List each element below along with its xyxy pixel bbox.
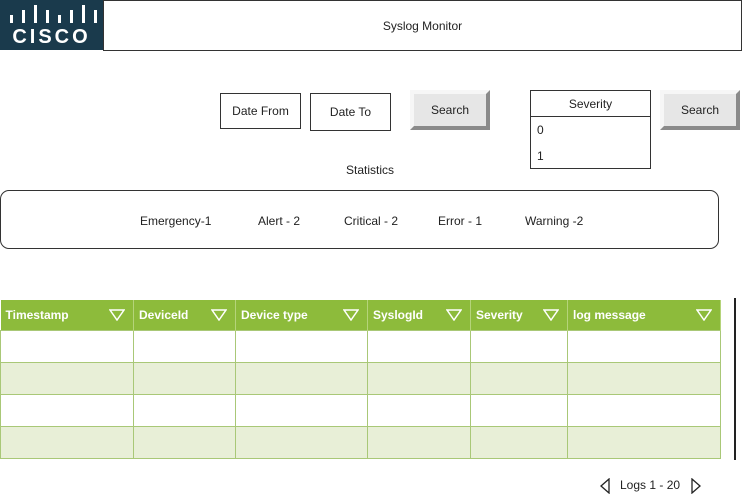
- sort-triangle-icon[interactable]: [696, 309, 712, 321]
- sort-triangle-icon[interactable]: [343, 309, 359, 321]
- triangle-left-icon[interactable]: [599, 478, 611, 494]
- severity-search-button[interactable]: Search: [660, 90, 740, 130]
- stat-critical: Critical - 2: [344, 214, 399, 228]
- column-label: Timestamp: [5, 308, 69, 322]
- table-cell: [367, 394, 471, 427]
- stat-error: Error - 1: [438, 214, 483, 228]
- severity-search-label: Search: [680, 103, 720, 117]
- table-cell: [470, 394, 568, 427]
- table-cell: [470, 426, 568, 459]
- table-cell: [470, 362, 568, 395]
- statistics-label: Statistics: [345, 163, 394, 177]
- column-label: DeviceId: [139, 308, 189, 322]
- severity-option-1[interactable]: 1: [531, 143, 650, 169]
- sort-triangle-icon[interactable]: [211, 309, 227, 321]
- table-cell: [133, 330, 236, 363]
- cisco-logo: CISCO: [0, 0, 103, 50]
- header-bar: Syslog Monitor: [103, 0, 742, 51]
- table-cell: [235, 330, 368, 363]
- table-row[interactable]: [0, 330, 721, 363]
- severity-title: Severity: [531, 91, 650, 117]
- date-search-button[interactable]: Search: [410, 90, 490, 130]
- sort-triangle-icon[interactable]: [446, 309, 462, 321]
- table-cell: [235, 362, 368, 395]
- logo-text: CISCO: [12, 26, 91, 48]
- date-from-field[interactable]: Date From: [220, 93, 301, 129]
- page-title: Syslog Monitor: [382, 18, 463, 33]
- statistics-panel: Emergency-1 Alert - 2 Critical - 2 Error…: [0, 190, 719, 249]
- date-search-label: Search: [430, 103, 470, 117]
- table-cell: [567, 394, 721, 427]
- pager-label: Logs 1 - 20: [620, 478, 681, 492]
- table-row[interactable]: [0, 362, 721, 395]
- severity-option-0[interactable]: 0: [531, 117, 650, 143]
- column-label: log message: [573, 308, 646, 322]
- table-row[interactable]: [0, 394, 721, 427]
- column-label: SyslogId: [373, 308, 424, 322]
- column-header-syslogid[interactable]: SyslogId: [367, 300, 471, 331]
- table-row[interactable]: [0, 426, 721, 459]
- table-cell: [133, 362, 236, 395]
- table-cell: [0, 426, 134, 459]
- table-cell: [0, 330, 134, 363]
- table-header-row: Timestamp DeviceId Device type SyslogId …: [0, 300, 721, 331]
- table-cell: [367, 362, 471, 395]
- table-cell: [0, 394, 134, 427]
- table-cell: [235, 426, 368, 459]
- table-cell: [235, 394, 368, 427]
- severity-list[interactable]: Severity 0 1: [530, 90, 651, 169]
- table-cell: [567, 330, 721, 363]
- column-header-timestamp[interactable]: Timestamp: [0, 300, 134, 331]
- sort-triangle-icon[interactable]: [109, 309, 125, 321]
- stat-emergency: Emergency-1: [140, 214, 212, 228]
- table-cell: [367, 426, 471, 459]
- vertical-scrollbar[interactable]: [734, 298, 736, 460]
- triangle-right-icon[interactable]: [690, 478, 702, 494]
- date-to-field[interactable]: Date To: [310, 93, 391, 131]
- stat-warning: Warning -2: [525, 214, 584, 228]
- stat-alert: Alert - 2: [258, 214, 301, 228]
- column-header-deviceid[interactable]: DeviceId: [133, 300, 236, 331]
- column-label: Severity: [476, 308, 523, 322]
- table-cell: [470, 330, 568, 363]
- table-cell: [133, 426, 236, 459]
- column-header-device-type[interactable]: Device type: [235, 300, 368, 331]
- column-header-severity[interactable]: Severity: [470, 300, 568, 331]
- column-header-log-message[interactable]: log message: [567, 300, 721, 331]
- sort-triangle-icon[interactable]: [543, 309, 559, 321]
- table-cell: [0, 362, 134, 395]
- table-cell: [567, 362, 721, 395]
- table-cell: [133, 394, 236, 427]
- table-cell: [567, 426, 721, 459]
- date-from-label: Date From: [232, 104, 289, 118]
- column-label: Device type: [241, 308, 308, 322]
- table-cell: [367, 330, 471, 363]
- date-to-label: Date To: [329, 105, 372, 119]
- log-table: Timestamp DeviceId Device type SyslogId …: [0, 300, 721, 459]
